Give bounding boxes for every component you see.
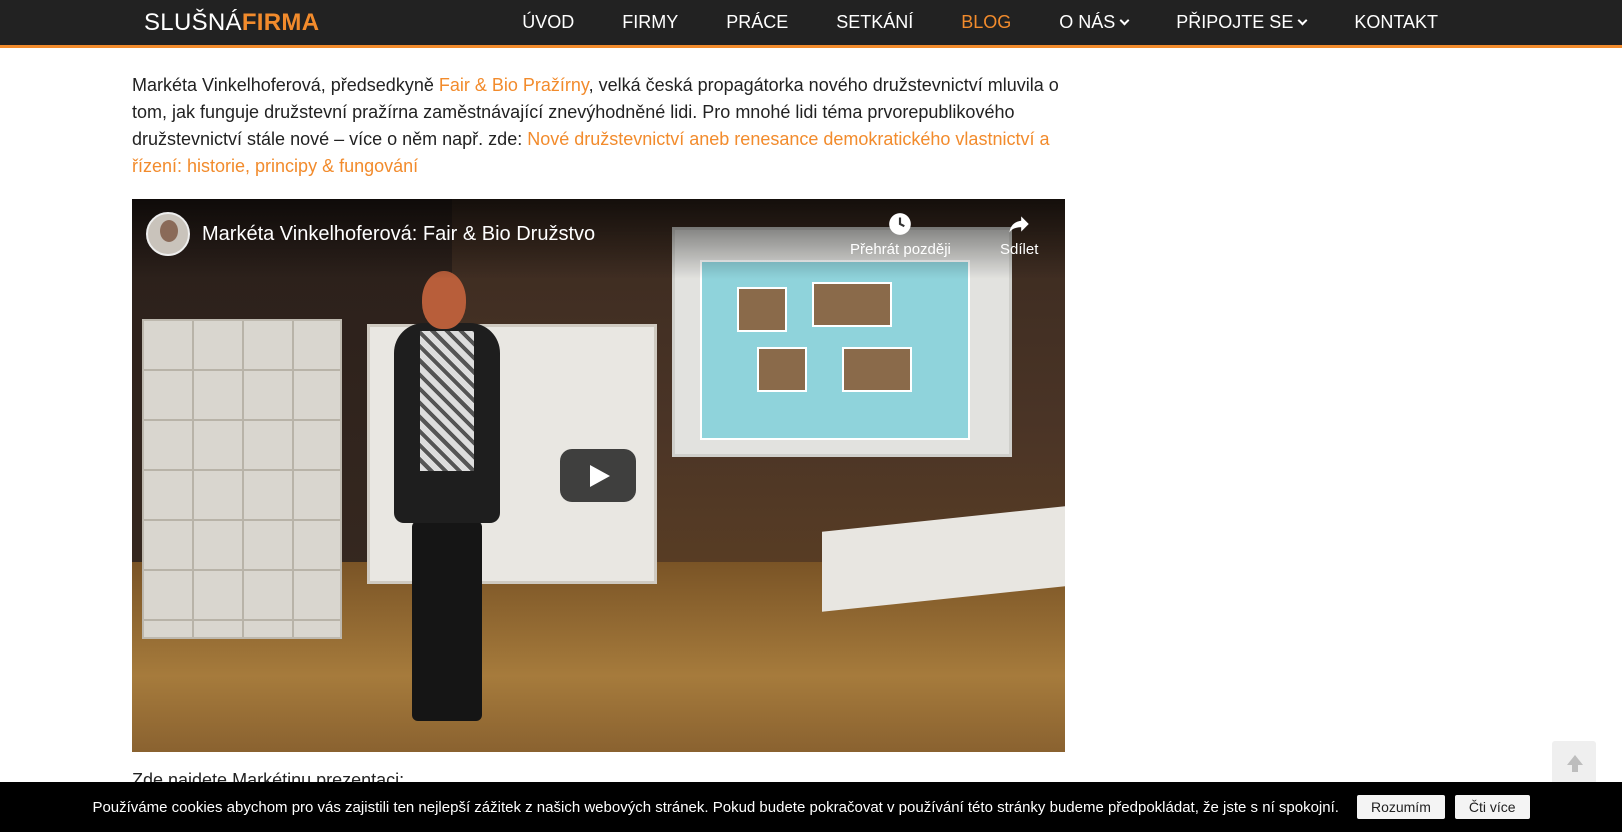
cookie-message: Používáme cookies abychom pro vás zajist… [92, 798, 1339, 816]
share-label: Sdílet [1000, 241, 1039, 258]
watch-later-button[interactable]: Přehrát později [850, 211, 951, 258]
nav-item-setkání[interactable]: SETKÁNÍ [812, 0, 937, 45]
nav-item-label: PŘIPOJTE SE [1176, 12, 1294, 32]
cookie-read-more-button[interactable]: Čti více [1454, 795, 1530, 819]
watch-later-label: Přehrát později [850, 241, 951, 258]
nav-item-kontakt[interactable]: KONTAKT [1330, 0, 1462, 45]
article-content: Markéta Vinkelhoferová, předsedkyně Fair… [132, 72, 1072, 180]
clock-icon [889, 213, 912, 235]
article-paragraph: Markéta Vinkelhoferová, předsedkyně Fair… [132, 72, 1072, 180]
video-scene-slide [700, 260, 970, 440]
nav-item-práce[interactable]: PRÁCE [702, 0, 812, 45]
nav-item-label: BLOG [961, 12, 1012, 32]
share-button[interactable]: Sdílet [1000, 211, 1038, 258]
nav-item-label: O NÁS [1059, 12, 1116, 32]
nav-item-úvod[interactable]: ÚVOD [498, 0, 598, 45]
play-icon[interactable] [560, 449, 636, 502]
cookie-accept-button[interactable]: Rozumím [1356, 795, 1445, 819]
chevron-down-icon [1297, 15, 1308, 26]
nav-item-label: FIRMY [622, 12, 679, 32]
nav-item-label: ÚVOD [522, 12, 575, 32]
main-menu: ÚVOD FIRMY PRÁCE SETKÁNÍ BLOG O NÁS PŘIPOJTE S… [498, 0, 1462, 45]
cookie-consent-bar: Používáme cookies abychom pro vás zajist… [0, 782, 1622, 832]
top-navigation: SLUŠNÁFIRMA ÚVOD FIRMY PRÁCE SETKÁNÍ BLOG O N… [0, 0, 1622, 48]
nav-item-label: PRÁCE [726, 12, 789, 32]
back-to-top-icon[interactable] [1552, 741, 1596, 785]
video-title-bar: Markéta Vinkelhoferová: Fair & Bio Družs… [132, 199, 1065, 279]
site-logo[interactable]: SLUŠNÁFIRMA [144, 9, 319, 37]
youtube-video-embed[interactable]: Markéta Vinkelhoferová: Fair & Bio Družs… [132, 199, 1065, 752]
nav-item-o-nás[interactable]: O NÁS [1035, 0, 1152, 45]
channel-avatar[interactable] [146, 212, 190, 256]
logo-suffix: FIRMA [241, 9, 320, 36]
video-scene-speaker [382, 271, 512, 731]
link-fair-bio-prazirny[interactable]: Fair & Bio Pražírny [439, 75, 589, 95]
share-icon [1009, 216, 1029, 233]
video-title[interactable]: Markéta Vinkelhoferová: Fair & Bio Družs… [202, 223, 595, 246]
logo-prefix: SLUŠNÁ [144, 9, 242, 36]
nav-item-blog[interactable]: BLOG [937, 0, 1035, 45]
video-scene-shelf [142, 319, 342, 639]
nav-item-firmy[interactable]: FIRMY [598, 0, 702, 45]
chevron-down-icon [1119, 15, 1130, 26]
nav-item-připojte-se[interactable]: PŘIPOJTE SE [1152, 0, 1330, 45]
nav-item-label: SETKÁNÍ [836, 12, 914, 32]
paragraph-text-start: Markéta Vinkelhoferová, předsedkyně [132, 75, 439, 95]
nav-item-label: KONTAKT [1354, 12, 1438, 32]
